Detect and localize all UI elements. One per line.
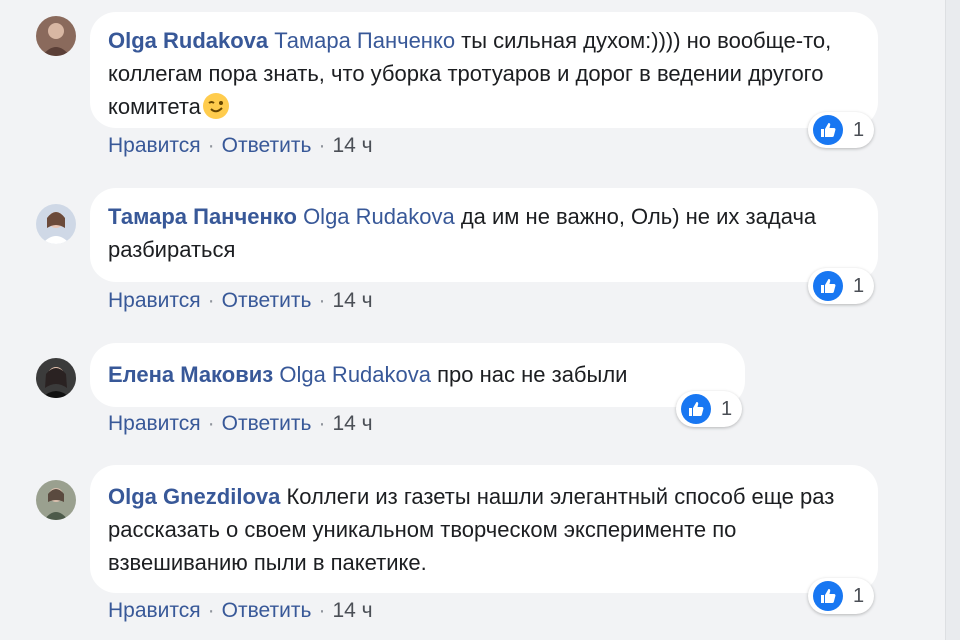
author-name[interactable]: Olga Rudakova	[108, 28, 268, 53]
author-name[interactable]: Тамара Панченко	[108, 204, 297, 229]
like-link[interactable]: Нравится	[108, 599, 201, 622]
separator: ·	[207, 134, 215, 157]
scrollbar-track[interactable]	[945, 0, 960, 640]
timestamp[interactable]: 14 ч	[332, 289, 372, 312]
separator: ·	[318, 134, 326, 157]
separator: ·	[207, 412, 215, 435]
timestamp[interactable]: 14 ч	[332, 599, 372, 622]
timestamp[interactable]: 14 ч	[332, 134, 372, 157]
comment-actions: Нравится · Ответить · 14 ч	[108, 289, 373, 313]
reply-link[interactable]: Ответить	[222, 134, 312, 157]
mention-link[interactable]: Olga Rudakova	[303, 204, 455, 229]
separator: ·	[207, 289, 215, 312]
like-icon	[681, 394, 711, 424]
mention-link[interactable]: Olga Rudakova	[279, 362, 431, 387]
avatar[interactable]	[36, 358, 76, 398]
like-link[interactable]: Нравится	[108, 134, 201, 157]
comment-bubble: Olga Gnezdilova Коллеги из газеты нашли …	[90, 465, 878, 593]
comment-bubble: Елена Маковиз Olga Rudakova про нас не з…	[90, 343, 745, 407]
comment-actions: Нравится · Ответить · 14 ч	[108, 599, 373, 623]
like-reaction-badge[interactable]: 1	[808, 268, 875, 304]
separator: ·	[318, 289, 326, 312]
reply-link[interactable]: Ответить	[222, 599, 312, 622]
like-reaction-badge[interactable]: 1	[808, 578, 875, 614]
like-icon	[813, 115, 843, 145]
like-link[interactable]: Нравится	[108, 289, 201, 312]
like-count: 1	[853, 274, 865, 297]
comment-actions: Нравится · Ответить · 14 ч	[108, 412, 373, 436]
comment-bubble: Тамара Панченко Olga Rudakova да им не в…	[90, 188, 878, 282]
comment-text: про нас не забыли	[431, 362, 628, 387]
separator: ·	[207, 599, 215, 622]
mention-link[interactable]: Тамара Панченко	[274, 28, 455, 53]
like-link[interactable]: Нравится	[108, 412, 201, 435]
author-name[interactable]: Елена Маковиз	[108, 362, 273, 387]
like-icon	[813, 271, 843, 301]
separator: ·	[318, 412, 326, 435]
avatar[interactable]	[36, 480, 76, 520]
like-icon	[813, 581, 843, 611]
separator: ·	[318, 599, 326, 622]
like-reaction-badge[interactable]: 1	[676, 391, 743, 427]
comment-actions: Нравится · Ответить · 14 ч	[108, 134, 373, 158]
avatar[interactable]	[36, 16, 76, 56]
reply-link[interactable]: Ответить	[222, 412, 312, 435]
timestamp[interactable]: 14 ч	[332, 412, 372, 435]
like-reaction-badge[interactable]: 1	[808, 112, 875, 148]
like-count: 1	[853, 584, 865, 607]
like-count: 1	[853, 118, 865, 141]
comment-bubble: Olga Rudakova Тамара Панченко ты сильная…	[90, 12, 878, 128]
like-count: 1	[721, 397, 733, 420]
wink-emoji-icon	[202, 93, 229, 119]
reply-link[interactable]: Ответить	[222, 289, 312, 312]
author-name[interactable]: Olga Gnezdilova	[108, 484, 280, 509]
avatar[interactable]	[36, 204, 76, 244]
